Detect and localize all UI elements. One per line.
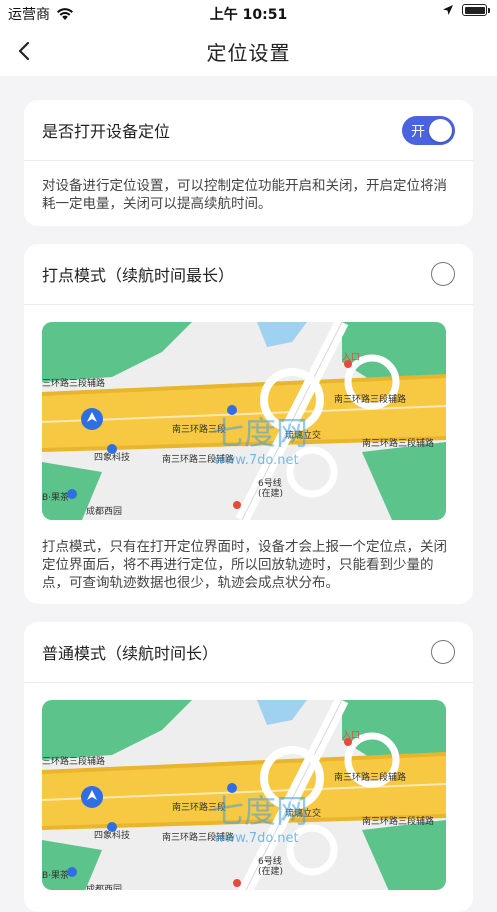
map-label-place-left: 成都西园: [86, 883, 122, 890]
point-mode-card[interactable]: 打点模式（续航时间最长） 三环路三段辅路 南三环路三段辅路 南三环路三段 南三环…: [24, 244, 473, 604]
divider: [24, 304, 473, 305]
status-right: [442, 4, 490, 16]
normal-mode-title: 普通模式（续航时间长）: [42, 644, 219, 663]
map-label-road-top: 南三环路三段辅路: [334, 771, 406, 783]
map-label-place-left: 成都西园: [86, 505, 122, 517]
point-mode-map-image: 三环路三段辅路 南三环路三段辅路 南三环路三段 南三环路三段辅路 南三环路三段辅…: [42, 322, 446, 520]
map-graphic: 三环路三段辅路 南三环路三段辅路 南三环路三段 南三环路三段辅路 南三环路三段辅…: [42, 322, 446, 520]
location-toggle-row: 是否打开设备定位 开: [24, 100, 473, 160]
back-button[interactable]: [12, 38, 38, 64]
toggle-knob: [429, 118, 452, 142]
watermark-text: 七度网: [212, 792, 308, 830]
page-title: 定位设置: [206, 40, 291, 65]
map-label-shop: B·果茶: [42, 869, 69, 881]
map-label-road-right: 南三环路三段辅路: [362, 437, 434, 449]
map-label-entrance: 入口: [342, 352, 360, 363]
watermark-url: www.7do.net: [214, 453, 299, 468]
watermark-url: www.7do.net: [214, 831, 299, 846]
map-label-road-left: 三环路三段辅路: [42, 377, 105, 389]
point-mode-title: 打点模式（续航时间最长）: [42, 266, 235, 285]
location-toggle-switch[interactable]: 开: [402, 115, 455, 145]
location-toggle-title: 是否打开设备定位: [42, 122, 171, 141]
toggle-label: 开: [411, 123, 425, 140]
battery-icon: [462, 4, 490, 16]
status-time: 上午 10:51: [209, 7, 288, 23]
point-mode-row[interactable]: 打点模式（续航时间最长）: [24, 244, 473, 304]
normal-mode-row[interactable]: 普通模式（续航时间长）: [24, 622, 473, 682]
map-label-entrance: 入口: [342, 730, 360, 741]
normal-mode-radio[interactable]: [431, 640, 455, 664]
point-mode-description: 打点模式，只有在打开定位界面时，设备才会上报一个定位点，关闭定位界面后，将不再进…: [42, 539, 447, 591]
point-mode-radio[interactable]: [431, 262, 455, 286]
location-arrow-icon: [443, 5, 453, 15]
location-toggle-card: 是否打开设备定位 开 对设备进行定位设置，可以控制定位功能开启和关闭，开启定位将…: [24, 100, 473, 226]
map-label-road-top: 南三环路三段辅路: [334, 393, 406, 405]
map-graphic: 三环路三段辅路 南三环路三段辅路 南三环路三段 南三环路三段辅路 南三环路三段辅…: [42, 700, 446, 890]
watermark-text: 七度网: [212, 414, 308, 452]
normal-mode-map-image: 三环路三段辅路 南三环路三段辅路 南三环路三段 南三环路三段辅路 南三环路三段辅…: [42, 700, 446, 890]
map-label-metro: 6号线(在建): [258, 855, 283, 877]
status-bar: 运营商 上午 10:51: [0, 0, 497, 26]
map-label-shop: B·果茶: [42, 491, 69, 503]
location-description: 对设备进行定位设置，可以控制定位功能开启和关闭，开启定位将消耗一定电量，关闭可以…: [42, 178, 447, 212]
chevron-left-icon: [18, 41, 30, 61]
divider: [24, 682, 473, 683]
map-label-road-left: 三环路三段辅路: [42, 755, 105, 767]
map-label-road-right: 南三环路三段辅路: [362, 815, 434, 827]
map-label-metro: 6号线(在建): [258, 477, 283, 499]
nav-bar: 定位设置: [0, 26, 497, 76]
normal-mode-card[interactable]: 普通模式（续航时间长） 三环路三段辅路 南三环路三段辅路 南三环路三段 南三环路…: [24, 622, 473, 912]
